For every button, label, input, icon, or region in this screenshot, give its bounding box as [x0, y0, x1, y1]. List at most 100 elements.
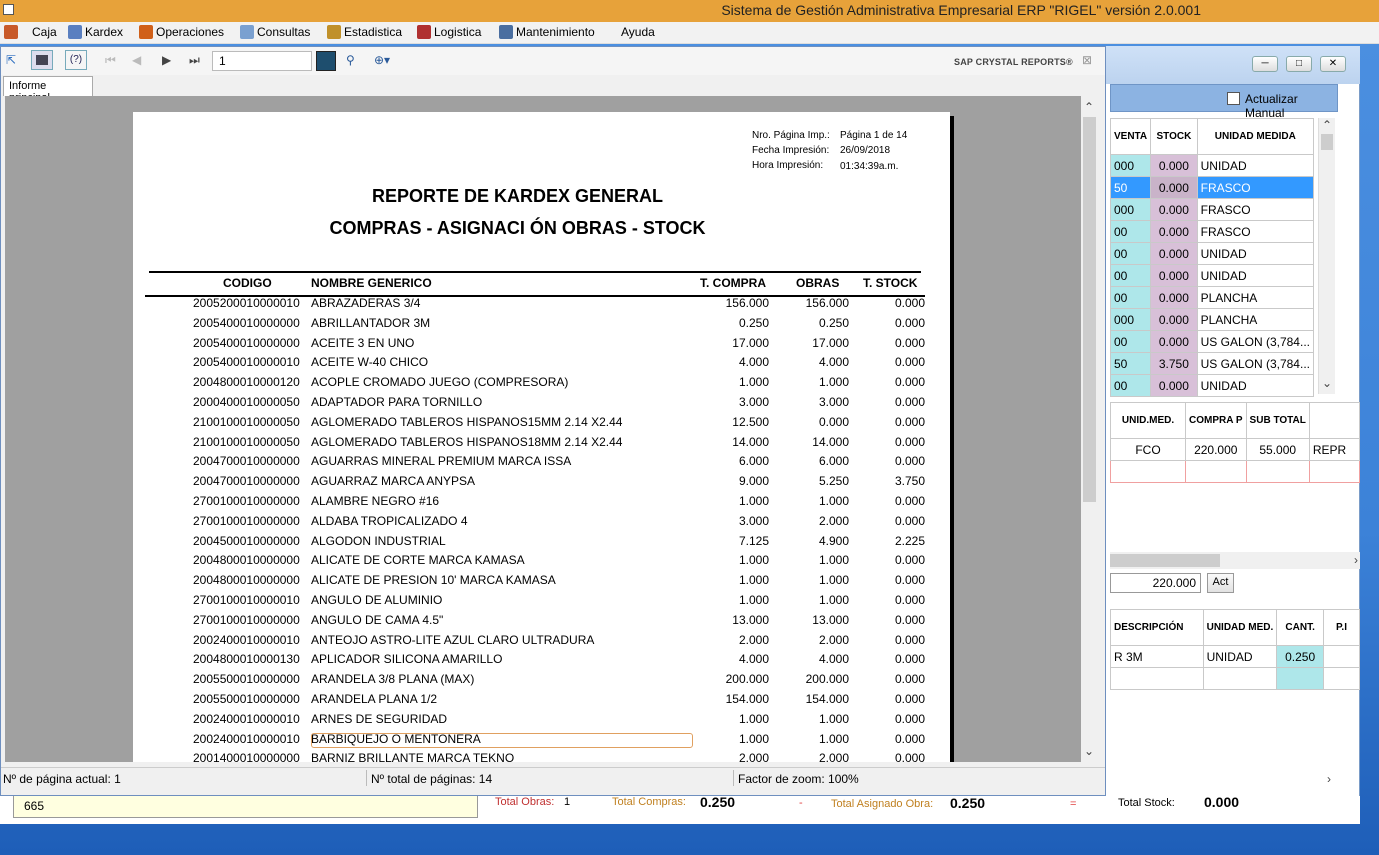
page-number-input[interactable]: 1: [212, 51, 312, 71]
col-unid-med[interactable]: UNID.MED.: [1109, 402, 1187, 439]
stock-value[interactable]: 3.750: [1150, 352, 1198, 375]
desc-unidad[interactable]: UNIDAD: [1202, 645, 1278, 668]
stock-venta[interactable]: 50: [1109, 176, 1152, 199]
stock-unidad[interactable]: UNIDAD: [1196, 154, 1315, 177]
compra-subtotal[interactable]: 55.000: [1245, 438, 1310, 461]
menu-mantenimiento[interactable]: Mantenimiento: [499, 25, 595, 39]
stock-unidad[interactable]: US GALON (3,784...: [1196, 352, 1315, 375]
compra-empty-row[interactable]: [1109, 460, 1361, 483]
stock-unidad[interactable]: FRASCO: [1196, 220, 1315, 243]
col-cant[interactable]: CANT.: [1276, 609, 1325, 646]
scroll-down-icon[interactable]: ⌄: [1084, 744, 1094, 758]
first-page-icon[interactable]: ⏮: [105, 53, 116, 68]
desc-empty-row[interactable]: [1110, 667, 1360, 690]
menu-logistica[interactable]: Logistica: [417, 25, 481, 39]
app-icon[interactable]: [3, 4, 14, 15]
manual-update-checkbox[interactable]: [1227, 92, 1240, 105]
act-button[interactable]: Act: [1207, 573, 1234, 593]
stock-venta[interactable]: 00: [1109, 264, 1152, 287]
compra-hscrollbar[interactable]: ›: [1110, 552, 1360, 569]
menu-ayuda[interactable]: Ayuda: [621, 25, 655, 39]
col-descripcion[interactable]: DESCRIPCIÓN: [1110, 609, 1204, 646]
stock-row[interactable]: 00 0.000 FRASCO: [1109, 220, 1315, 243]
col-unidad-med[interactable]: UNIDAD MED.: [1202, 609, 1278, 646]
stock-unidad[interactable]: US GALON (3,784...: [1196, 330, 1315, 353]
maximize-button[interactable]: □: [1286, 56, 1312, 72]
stock-row[interactable]: 50 3.750 US GALON (3,784...: [1109, 352, 1315, 375]
menu-caja[interactable]: Caja: [32, 25, 57, 39]
code-input[interactable]: 665: [13, 794, 478, 818]
help-icon[interactable]: (?): [65, 50, 87, 70]
stock-unidad[interactable]: PLANCHA: [1196, 286, 1315, 309]
stock-value[interactable]: 0.000: [1150, 264, 1198, 287]
hscroll-thumb[interactable]: [1110, 554, 1220, 567]
stock-row[interactable]: 00 0.000 PLANCHA: [1109, 286, 1315, 309]
desc-row[interactable]: R 3M UNIDAD 0.250: [1110, 645, 1360, 668]
col-sub-total[interactable]: SUB TOTAL: [1245, 402, 1310, 439]
next-page-icon[interactable]: ▶: [162, 53, 171, 67]
stock-venta[interactable]: 00: [1109, 220, 1152, 243]
stock-grid-scrollbar[interactable]: ⌃ ⌄: [1318, 118, 1335, 394]
stock-unidad[interactable]: UNIDAD: [1196, 374, 1315, 397]
stock-unidad[interactable]: FRASCO: [1196, 198, 1315, 221]
minimize-button[interactable]: ─: [1252, 56, 1278, 72]
menu-kardex[interactable]: Kardex: [68, 25, 123, 39]
print-icon[interactable]: [31, 50, 53, 70]
stock-value[interactable]: 0.000: [1150, 242, 1198, 265]
zoom-icon[interactable]: ⊕▾: [374, 53, 390, 67]
stock-row[interactable]: 00 0.000 US GALON (3,784...: [1109, 330, 1315, 353]
stock-value[interactable]: 0.000: [1150, 308, 1198, 331]
menu-consultas[interactable]: Consultas: [240, 25, 310, 39]
scroll-right-icon[interactable]: ›: [1327, 772, 1331, 786]
col-extra[interactable]: [1308, 402, 1361, 439]
stock-value[interactable]: 0.000: [1150, 198, 1198, 221]
tab-informe-principal[interactable]: Informe principal: [3, 76, 93, 104]
col-pi[interactable]: P.I: [1323, 609, 1360, 646]
compra-unid[interactable]: FCO: [1109, 438, 1187, 461]
stock-venta[interactable]: 00: [1109, 286, 1152, 309]
desc-pi[interactable]: [1323, 645, 1360, 668]
previous-page-icon[interactable]: ◀: [132, 53, 141, 67]
stock-value[interactable]: 0.000: [1150, 154, 1198, 177]
col-venta[interactable]: VENTA: [1109, 118, 1152, 155]
desc-cant[interactable]: 0.250: [1276, 645, 1325, 668]
stock-venta[interactable]: 000: [1109, 308, 1152, 331]
scroll-up-icon[interactable]: ⌃: [1084, 100, 1094, 114]
stock-row[interactable]: 00 0.000 UNIDAD: [1109, 242, 1315, 265]
stock-row[interactable]: 000 0.000 PLANCHA: [1109, 308, 1315, 331]
close-button[interactable]: ✕: [1320, 56, 1346, 72]
price-input[interactable]: 220.000: [1110, 573, 1201, 593]
stock-value[interactable]: 0.000: [1150, 330, 1198, 353]
stock-value[interactable]: 0.000: [1150, 286, 1198, 309]
stock-venta[interactable]: 00: [1109, 330, 1152, 353]
search-icon[interactable]: ⚲: [346, 53, 355, 67]
stock-unidad[interactable]: UNIDAD: [1196, 264, 1315, 287]
close-panel-icon[interactable]: ⊠: [1082, 53, 1092, 67]
stock-value[interactable]: 0.000: [1150, 176, 1198, 199]
stock-venta[interactable]: 50: [1109, 352, 1152, 375]
last-page-icon[interactable]: ⏭: [189, 53, 200, 68]
compra-row[interactable]: FCO 220.000 55.000 REPR: [1109, 438, 1361, 461]
col-stock[interactable]: STOCK: [1150, 118, 1198, 155]
menu-app-icon[interactable]: [4, 25, 18, 39]
stock-row[interactable]: 00 0.000 UNIDAD: [1109, 374, 1315, 397]
menu-estadistica[interactable]: Estadistica: [327, 25, 402, 39]
stock-venta[interactable]: 000: [1109, 198, 1152, 221]
stock-unidad[interactable]: UNIDAD: [1196, 242, 1315, 265]
stock-value[interactable]: 0.000: [1150, 374, 1198, 397]
scroll-up-icon[interactable]: ⌃: [1322, 118, 1332, 132]
col-compra-p[interactable]: COMPRA P: [1185, 402, 1247, 439]
scroll-right-icon[interactable]: ›: [1354, 553, 1358, 567]
stock-venta[interactable]: 00: [1109, 242, 1152, 265]
stock-unidad[interactable]: PLANCHA: [1196, 308, 1315, 331]
stock-row[interactable]: 00 0.000 UNIDAD: [1109, 264, 1315, 287]
stock-row[interactable]: 000 0.000 UNIDAD: [1109, 154, 1315, 177]
report-scroll-thumb[interactable]: [1083, 117, 1096, 502]
export-icon[interactable]: ⇱: [6, 53, 16, 67]
scroll-down-icon[interactable]: ⌄: [1322, 376, 1332, 390]
compra-extra[interactable]: REPR: [1308, 438, 1361, 461]
stock-venta[interactable]: 00: [1109, 374, 1152, 397]
stock-venta[interactable]: 000: [1109, 154, 1152, 177]
stock-unidad[interactable]: FRASCO: [1196, 176, 1315, 199]
desc-name[interactable]: R 3M: [1110, 645, 1204, 668]
